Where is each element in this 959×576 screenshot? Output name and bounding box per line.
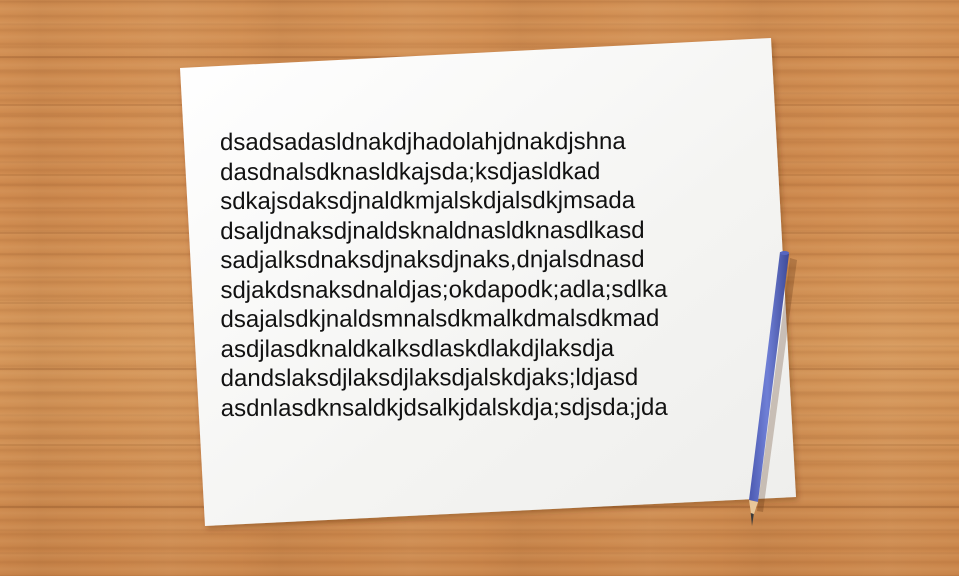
pencil-icon bbox=[749, 251, 797, 526]
